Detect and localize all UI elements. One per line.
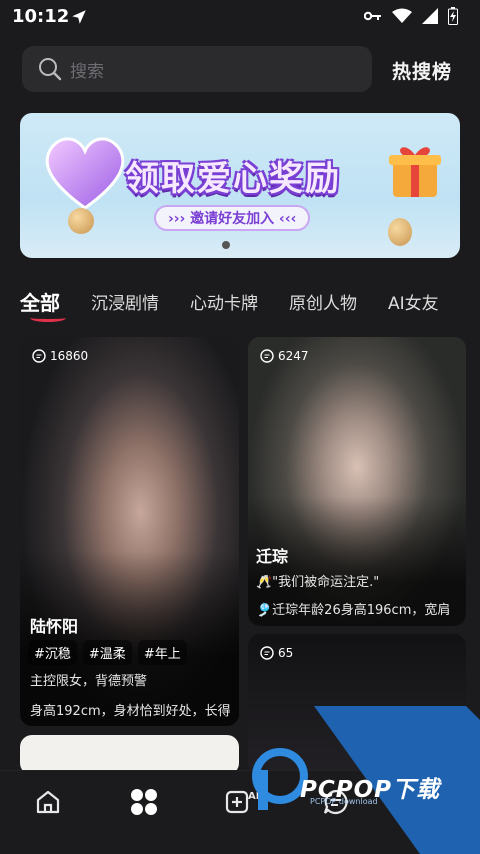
tab-original-characters[interactable]: 原创人物 bbox=[289, 289, 357, 314]
home-icon bbox=[36, 790, 60, 814]
grid-icon bbox=[131, 789, 157, 815]
character-desc: 主控限女，背德预警 bbox=[30, 674, 148, 689]
active-tab-indicator bbox=[30, 314, 66, 322]
coin-icon bbox=[388, 218, 412, 246]
key-icon bbox=[364, 11, 381, 21]
heart-icon bbox=[45, 137, 125, 210]
search-icon bbox=[39, 58, 62, 81]
comment-count: 16860 bbox=[32, 349, 88, 363]
tag: #沉稳 bbox=[28, 640, 77, 665]
status-bar: 10:12 bbox=[0, 0, 480, 34]
status-time: 10:12 bbox=[12, 6, 70, 27]
tab-heart-cards[interactable]: 心动卡牌 bbox=[190, 289, 258, 314]
navigation-arrow-icon bbox=[72, 10, 86, 24]
banner-subtitle: ››› 邀请好友加入 ‹‹‹ bbox=[154, 205, 311, 231]
character-card[interactable]: 16860 陆怀阳 #沉稳 #温柔 #年上 主控限女，背德预警 身高192cm，… bbox=[20, 337, 239, 726]
character-quote: 🥂"我们被命运注定." bbox=[256, 575, 380, 590]
nav-discover[interactable] bbox=[124, 785, 164, 819]
character-name: 陆怀阳 bbox=[30, 617, 79, 636]
category-tabs: 全部 沉浸剧情 心动卡牌 原创人物 AI女友 bbox=[20, 286, 470, 322]
tag: #年上 bbox=[137, 640, 187, 665]
comment-icon bbox=[260, 349, 274, 363]
tab-ai-girlfriend[interactable]: AI女友 bbox=[388, 289, 439, 314]
character-desc: 🎐迁琮年龄26身高196cm，宽肩 bbox=[256, 603, 451, 618]
signal-icon bbox=[422, 8, 438, 24]
gift-icon bbox=[389, 147, 441, 197]
tag: #温柔 bbox=[82, 640, 132, 665]
character-desc: 身高192cm，身材恰到好处，长得 bbox=[30, 704, 231, 719]
banner-title: 领取爱心奖励 bbox=[125, 159, 341, 199]
coin-icon bbox=[68, 208, 94, 234]
watermark-subtext: PCPOP download bbox=[310, 797, 378, 806]
promo-banner[interactable]: 领取爱心奖励 ››› 邀请好友加入 ‹‹‹ bbox=[20, 113, 460, 258]
character-tags: #沉稳 #温柔 #年上 bbox=[28, 640, 187, 665]
wifi-icon bbox=[392, 8, 412, 23]
tab-immersive-story[interactable]: 沉浸剧情 bbox=[91, 289, 159, 314]
banner-page-indicator bbox=[222, 241, 230, 249]
comment-count: 65 bbox=[260, 646, 293, 660]
comment-icon bbox=[260, 646, 274, 660]
search-placeholder: 搜索 bbox=[70, 61, 104, 82]
comment-count: 6247 bbox=[260, 349, 309, 363]
character-card[interactable]: 6247 迁琮 🥂"我们被命运注定." 🎐迁琮年龄26身高196cm，宽肩 bbox=[248, 337, 466, 626]
comment-icon bbox=[32, 349, 46, 363]
character-name: 迁琮 bbox=[256, 547, 289, 566]
nav-home[interactable] bbox=[28, 785, 68, 819]
search-bar[interactable]: 搜索 bbox=[22, 46, 372, 92]
character-card[interactable] bbox=[20, 735, 239, 775]
tab-all[interactable]: 全部 bbox=[20, 287, 66, 322]
hot-list-button[interactable]: 热搜榜 bbox=[392, 57, 452, 84]
battery-icon bbox=[448, 7, 458, 25]
